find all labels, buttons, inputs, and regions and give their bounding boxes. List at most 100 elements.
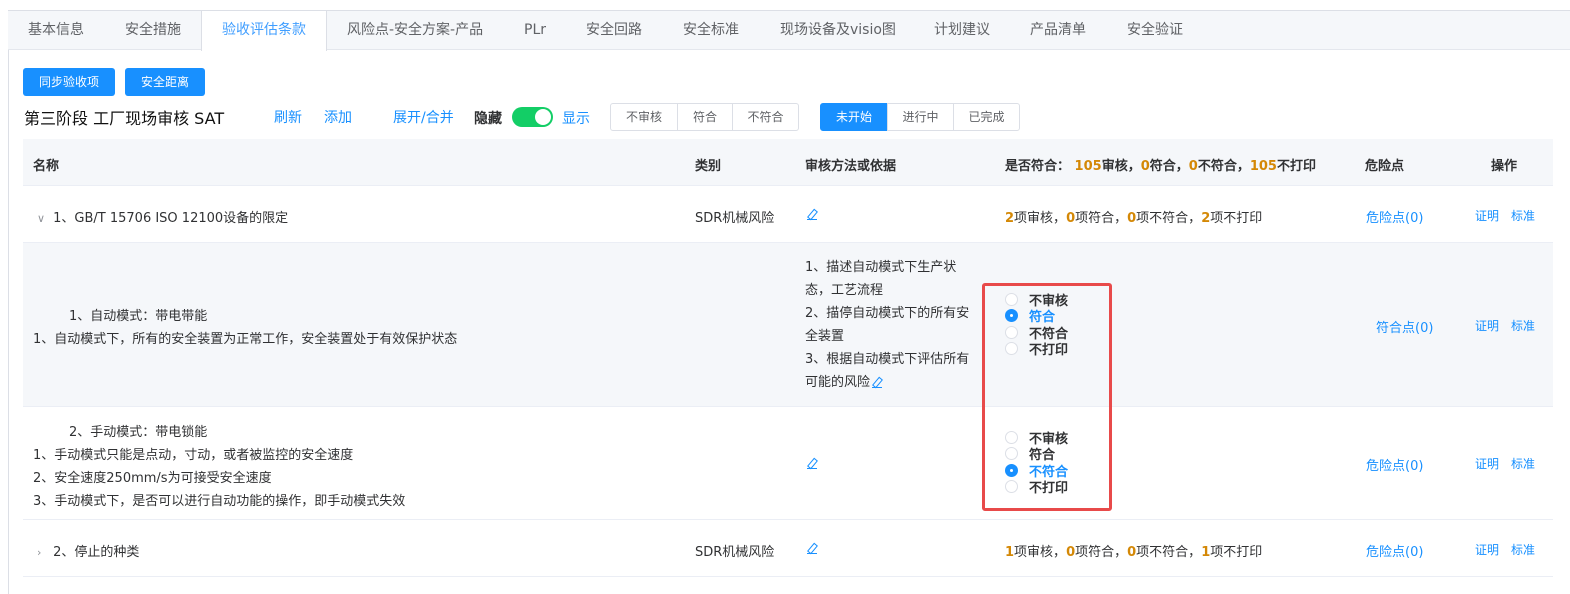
item-1-method-line: 全装置: [805, 329, 845, 344]
status-filter-group: 未开始 进行中 已完成: [820, 103, 1020, 131]
tab-safety-circuit[interactable]: 安全回路: [586, 11, 642, 50]
hide-show-switch[interactable]: [512, 107, 553, 127]
g2-stat-nonconform-n: 0: [1127, 545, 1137, 560]
radio-dot: [1005, 309, 1018, 323]
item-2-desc-line: 3、手动模式下，是否可以进行自动功能的操作，即手动模式失效: [33, 494, 406, 509]
item-2-standard-link[interactable]: 标准: [1511, 455, 1535, 472]
item-1-method-line: 1、描述自动模式下生产状: [805, 260, 957, 275]
refresh-link[interactable]: 刷新: [274, 107, 302, 127]
group-2-title-cell: › 2、停止的种类: [37, 541, 139, 560]
item-1-method-line: 2、描停自动模式下的所有安: [805, 306, 970, 321]
conform-prefix: 是否符合：: [1005, 159, 1071, 174]
tab-basic-info[interactable]: 基本信息: [28, 11, 84, 50]
summary-noprint-text: 不打印: [1276, 159, 1316, 174]
stage-title: 第三阶段 工厂现场审核 SAT: [24, 109, 225, 128]
tab-safety-verification[interactable]: 安全验证: [1127, 11, 1183, 50]
g1-stat-noprint-t: 项不打印: [1210, 211, 1263, 226]
summary-audit-text: 审核，: [1101, 159, 1141, 174]
radio-nonconform[interactable]: 不符合: [1005, 324, 1068, 342]
tab-field-devices-visio[interactable]: 现场设备及visio图: [780, 11, 896, 50]
radio-no-print[interactable]: 不打印: [1005, 479, 1068, 496]
group-2-hazard-link[interactable]: 危险点(0): [1366, 541, 1423, 560]
group-2-title: 2、停止的种类: [53, 545, 140, 560]
tab-acceptance-clauses[interactable]: 验收评估条款: [201, 11, 327, 51]
tab-product-list[interactable]: 产品清单: [1030, 11, 1086, 50]
summary-audit-count: 105: [1074, 159, 1102, 174]
edit-icon[interactable]: [872, 378, 883, 388]
chevron-down-icon[interactable]: ∨: [37, 212, 49, 225]
radio-label: 不打印: [1029, 343, 1069, 359]
g2-stat-audit-n: 1: [1005, 545, 1015, 560]
radio-not-audit[interactable]: 不审核: [1005, 429, 1068, 447]
g2-stat-nonconform-t: 项不符合，: [1136, 545, 1202, 560]
header-ops: 操作: [1491, 159, 1518, 174]
tab-risk-solution-product[interactable]: 风险点-安全方案-产品: [347, 11, 483, 50]
item-1-standard-link[interactable]: 标准: [1511, 317, 1535, 334]
hide-label: 隐藏: [474, 111, 502, 127]
g1-stat-audit-n: 2: [1005, 211, 1015, 226]
item-1-method-line: 态，工艺流程: [805, 283, 884, 298]
radio-conform[interactable]: 符合: [1005, 446, 1068, 463]
chevron-right-icon[interactable]: ›: [37, 546, 49, 559]
header-method: 审核方法或依据: [805, 159, 897, 174]
item-1-audit-radio-group: 不审核 符合 不符合 不打印: [1005, 291, 1068, 358]
radio-conform[interactable]: 符合: [1005, 308, 1068, 325]
item-1-method: 1、描述自动模式下生产状 态，工艺流程 2、描停自动模式下的所有安 全装置 3、…: [805, 256, 969, 394]
table-row-group-2[interactable]: › 2、停止的种类 SDR机械风险 1项审核，0项符合，0项不符合，1项不打印 …: [23, 520, 1553, 577]
g1-stat-noprint-n: 2: [1201, 211, 1211, 226]
group-2-category: SDR机械风险: [695, 545, 775, 560]
edit-icon[interactable]: [807, 210, 817, 220]
g2-stat-noprint-t: 项不打印: [1210, 545, 1263, 560]
table-row-item-1[interactable]: 1、自动模式：带电带能 1、自动模式下，所有的安全装置为正常工作，安全装置处于有…: [23, 243, 1553, 407]
filter-completed[interactable]: 已完成: [953, 103, 1020, 131]
group-2-standard-link[interactable]: 标准: [1511, 541, 1535, 558]
g1-stat-audit-t: 项审核，: [1014, 211, 1067, 226]
header-category: 类别: [695, 159, 722, 174]
tab-safety-measures[interactable]: 安全措施: [125, 11, 181, 50]
item-2-desc-line: 2、安全速度250mm/s为可接受安全速度: [33, 471, 272, 486]
filter-conform[interactable]: 符合: [677, 103, 733, 131]
tab-plan-suggestions[interactable]: 计划建议: [934, 11, 990, 50]
item-2-title: 2、手动模式：带电锁能: [69, 425, 208, 440]
group-1-hazard-link[interactable]: 危险点(0): [1366, 207, 1423, 226]
item-1-conform-point-link[interactable]: 符合点(0): [1376, 317, 1433, 336]
group-2-proof-link[interactable]: 证明: [1475, 541, 1499, 558]
g2-stat-audit-t: 项审核，: [1014, 545, 1067, 560]
add-link[interactable]: 添加: [324, 107, 352, 127]
radio-no-print[interactable]: 不打印: [1005, 341, 1068, 358]
filter-nonconform[interactable]: 不符合: [732, 103, 799, 131]
group-2-stats: 1项审核，0项符合，0项不符合，1项不打印: [1005, 541, 1262, 560]
radio-nonconform[interactable]: 不符合: [1005, 462, 1068, 480]
item-1-method-line: 3、根据自动模式下评估所有: [805, 352, 970, 367]
summary-nonconform-text: 不符合，: [1197, 159, 1250, 174]
edit-icon[interactable]: [807, 459, 817, 469]
edit-icon[interactable]: [807, 544, 817, 554]
group-1-stats: 2项审核，0项符合，0项不符合，2项不打印: [1005, 207, 1262, 226]
item-2-method-edit: [807, 456, 817, 471]
radio-dot: [1005, 430, 1018, 444]
group-1-standard-link[interactable]: 标准: [1511, 207, 1535, 224]
tab-plr[interactable]: PLr: [524, 11, 546, 50]
group-1-proof-link[interactable]: 证明: [1475, 207, 1499, 224]
switch-knob: [535, 109, 551, 125]
item-1-title: 1、自动模式：带电带能: [69, 309, 208, 324]
header-name: 名称: [33, 159, 60, 174]
filter-in-progress[interactable]: 进行中: [887, 103, 954, 131]
safety-distance-button[interactable]: 安全距离: [125, 68, 205, 96]
item-2-proof-link[interactable]: 证明: [1475, 455, 1499, 472]
tab-bar: 基本信息 安全措施 验收评估条款 风险点-安全方案-产品 PLr 安全回路 安全…: [8, 10, 1570, 51]
show-label[interactable]: 显示: [562, 108, 590, 128]
radio-not-audit[interactable]: 不审核: [1005, 291, 1068, 309]
table-row-item-2[interactable]: 2、手动模式：带电锁能 1、手动模式只能是点动，寸动，或者被监控的安全速度 2、…: [23, 407, 1553, 520]
expand-collapse-link[interactable]: 展开/合并: [393, 107, 454, 127]
item-1-proof-link[interactable]: 证明: [1475, 317, 1499, 334]
radio-dot: [1005, 292, 1018, 306]
header-conform-summary: 是否符合： 105审核，0符合，0不符合，105不打印: [1005, 155, 1316, 174]
sync-acceptance-button[interactable]: 同步验收项: [23, 68, 115, 96]
tab-safety-standard[interactable]: 安全标准: [683, 11, 739, 50]
filter-not-audit[interactable]: 不审核: [610, 103, 678, 131]
filter-not-started[interactable]: 未开始: [820, 103, 888, 131]
item-2-hazard-link[interactable]: 危险点(0): [1366, 455, 1423, 474]
table-row-group-1[interactable]: ∨ 1、GB/T 15706 ISO 12100设备的限定 SDR机械风险 2项…: [23, 186, 1553, 243]
group-1-category: SDR机械风险: [695, 211, 775, 226]
